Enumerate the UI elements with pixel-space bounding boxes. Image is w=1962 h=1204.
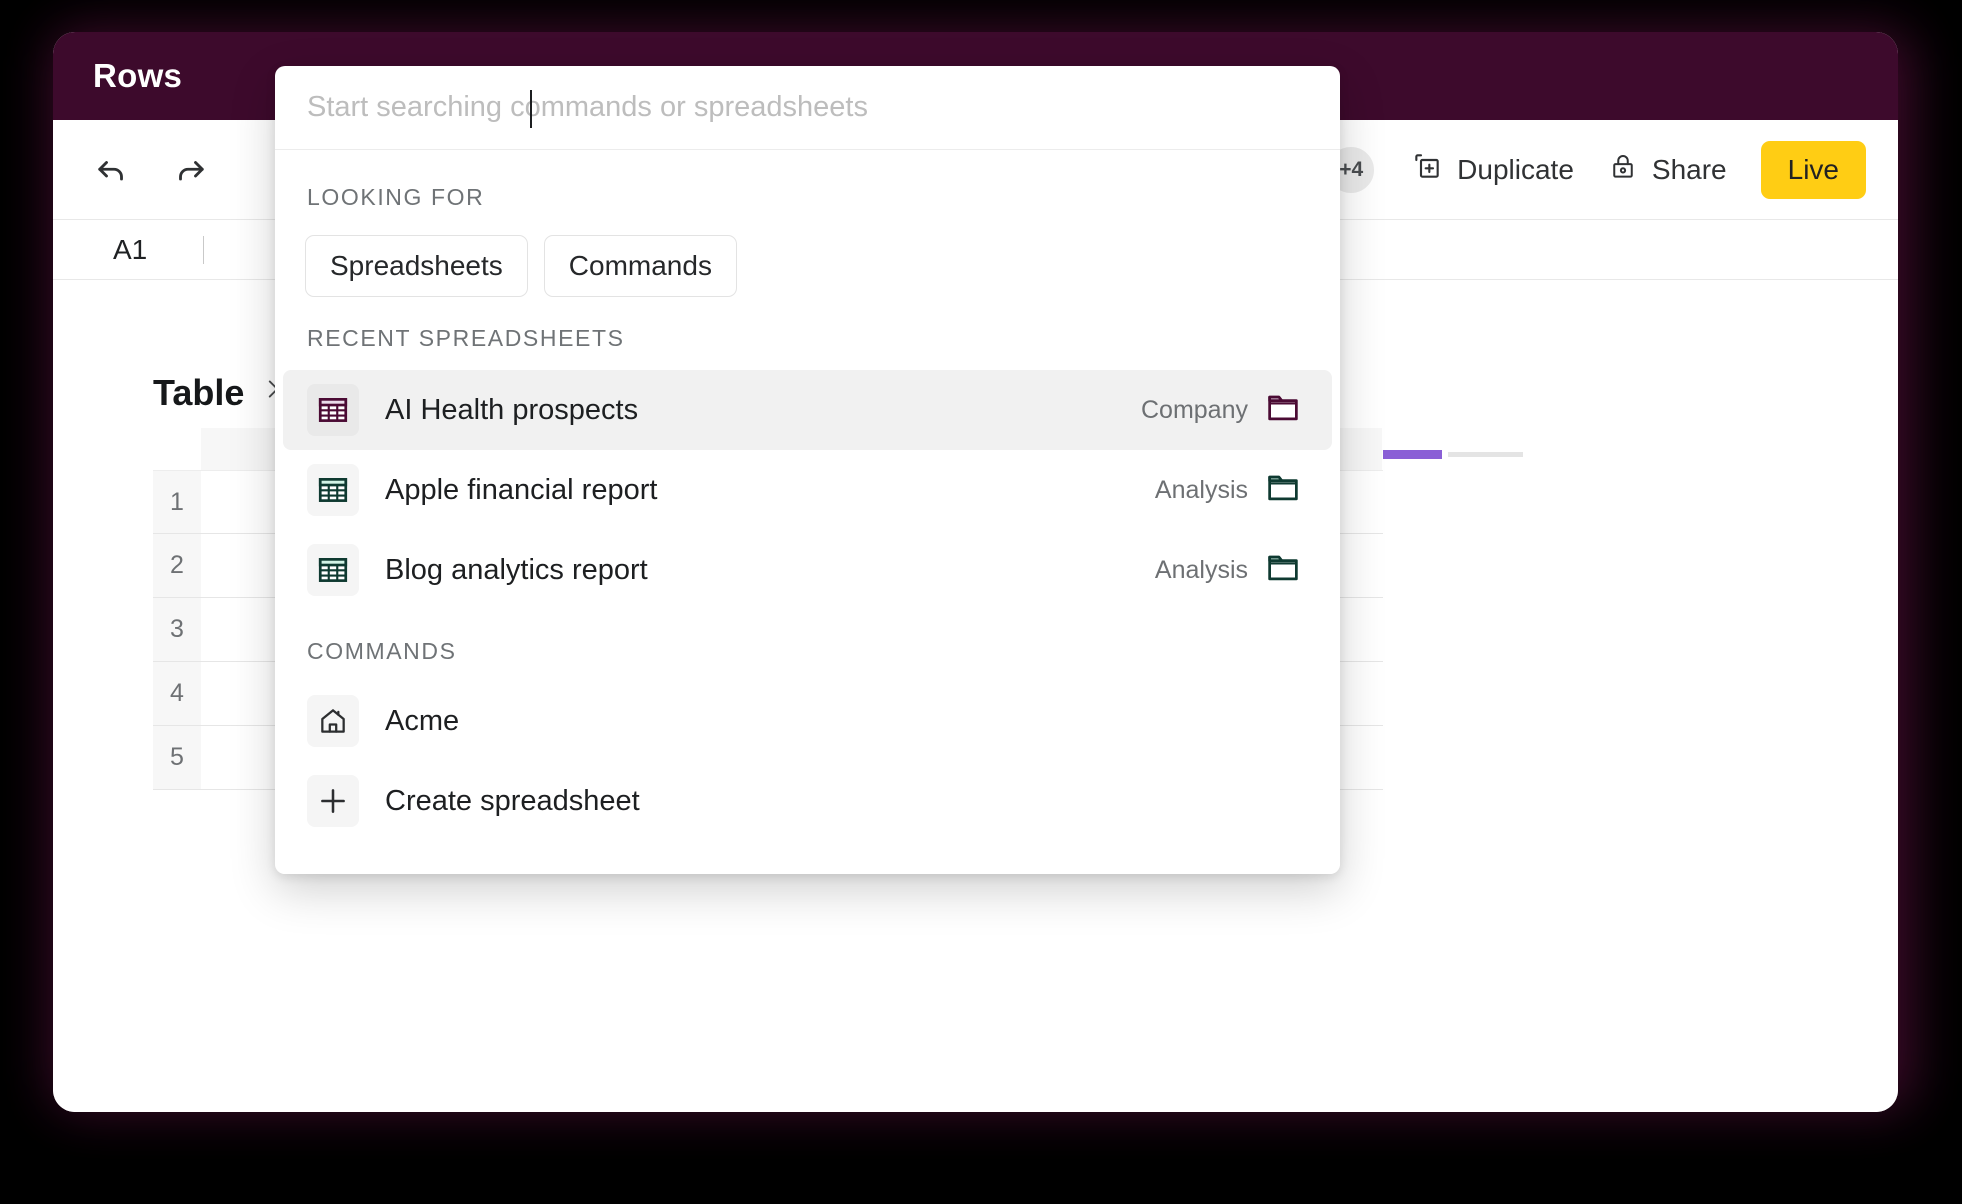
folder-icon [1266, 553, 1300, 588]
command-label: Acme [385, 704, 460, 737]
app-window: Rows +4 Duplicate Share Live A1 Table 1 … [53, 32, 1898, 1112]
toolbar-left-group [89, 148, 213, 192]
tab-track [1448, 451, 1523, 457]
recent-spreadsheet-folder: Analysis [1155, 473, 1300, 508]
filter-chip-group: Spreadsheets Commands [275, 211, 1340, 297]
duplicate-label: Duplicate [1457, 153, 1574, 185]
row-number[interactable]: 5 [153, 726, 201, 789]
palette-search-row [275, 66, 1340, 150]
recent-spreadsheets-list: AI Health prospects Company Apple financia… [275, 370, 1340, 610]
command-row[interactable]: Acme [283, 681, 1332, 761]
lock-icon [1608, 151, 1638, 188]
recent-spreadsheet-title: Blog analytics report [385, 553, 648, 586]
app-logo[interactable]: Rows [93, 57, 182, 95]
filter-spreadsheets[interactable]: Spreadsheets [305, 235, 528, 297]
recent-spreadsheet-title: AI Health prospects [385, 393, 639, 426]
folder-name: Analysis [1154, 555, 1248, 584]
palette-results: Looking for Spreadsheets Commands Recent … [275, 150, 1340, 874]
table-title[interactable]: Table [153, 372, 244, 414]
home-icon [307, 695, 359, 747]
row-number[interactable]: 2 [153, 534, 201, 597]
command-palette: Looking for SpreadsheetsCommands Recent … [275, 66, 1340, 874]
recent-spreadsheet-folder: Analysis [1155, 553, 1300, 588]
folder-icon [1266, 473, 1300, 508]
spreadsheet-icon [307, 464, 359, 516]
folder-name: Company [1141, 395, 1248, 424]
folder-icon [1266, 393, 1300, 428]
desktop-backdrop: Rows +4 Duplicate Share Live A1 Table 1 … [0, 0, 1962, 1204]
command-label: Create spreadsheet [385, 784, 640, 817]
folder-name: Analysis [1154, 475, 1248, 504]
search-input[interactable] [307, 91, 1308, 124]
plus-icon [307, 775, 359, 827]
recent-spreadsheet-row[interactable]: AI Health prospects Company [283, 370, 1332, 450]
duplicate-button[interactable]: Duplicate [1411, 150, 1574, 189]
recent-spreadsheets-label: Recent spreadsheets [307, 325, 625, 351]
share-label: Share [1651, 153, 1727, 185]
text-caret [530, 90, 532, 128]
spreadsheet-icon [307, 384, 359, 436]
undo-icon[interactable] [89, 148, 133, 192]
row-number[interactable]: 3 [153, 598, 201, 661]
command-row[interactable]: Create spreadsheet [283, 761, 1332, 841]
recent-spreadsheet-row[interactable]: Blog analytics report Analysis [283, 530, 1332, 610]
recent-spreadsheet-title: Apple financial report [385, 473, 658, 506]
share-button[interactable]: Share [1608, 151, 1727, 188]
grid-corner [153, 428, 201, 470]
recent-spreadsheet-folder: Company [1141, 393, 1300, 428]
looking-for-label: Looking for [307, 184, 485, 210]
redo-icon[interactable] [169, 148, 213, 192]
duplicate-icon [1411, 150, 1443, 189]
cell-reference[interactable]: A1 [113, 234, 147, 266]
row-number[interactable]: 4 [153, 662, 201, 725]
live-button[interactable]: Live [1760, 140, 1866, 199]
row-number[interactable]: 1 [153, 471, 201, 533]
spreadsheet-icon [307, 544, 359, 596]
formula-bar-divider [203, 235, 205, 264]
filter-commands[interactable]: Commands [543, 235, 737, 297]
recent-spreadsheet-row[interactable]: Apple financial report Analysis [283, 450, 1332, 530]
commands-list: Acme Create spreadsheet [275, 681, 1340, 841]
commands-label: Commands [307, 638, 457, 664]
